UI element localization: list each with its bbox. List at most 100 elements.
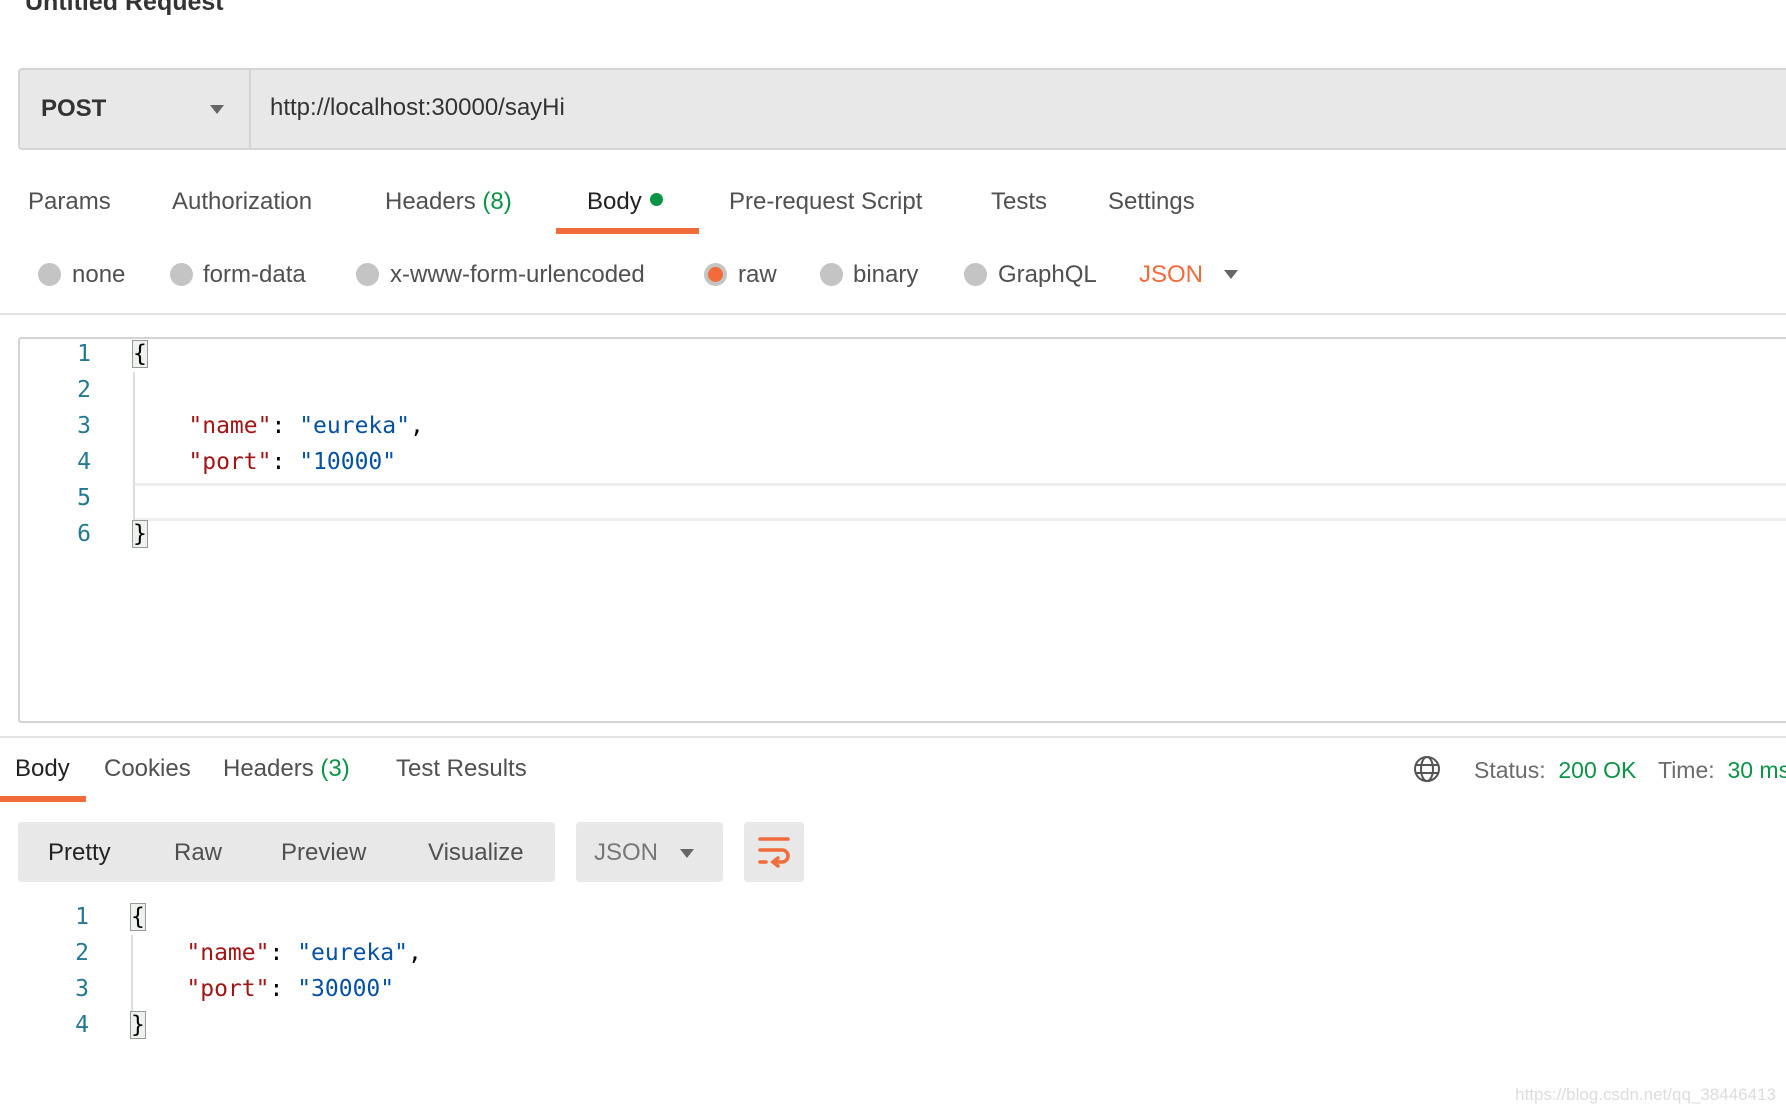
- code-text: :: [271, 413, 300, 439]
- code-line: "port": "30000": [131, 976, 394, 1002]
- code-line: "name": "eureka",: [133, 413, 424, 439]
- line-number: 4: [75, 1012, 89, 1038]
- code-line: "port": "10000": [133, 449, 396, 475]
- line-number: 4: [77, 449, 91, 475]
- code-line: }: [130, 1011, 146, 1039]
- response-format-select[interactable]: JSON: [576, 822, 723, 882]
- chevron-down-icon: [210, 105, 224, 114]
- tab-pre-request-script[interactable]: Pre-request Script: [729, 188, 922, 216]
- json-value: "10000": [299, 449, 397, 475]
- response-tab-body[interactable]: Body: [15, 755, 70, 783]
- line-number: 1: [77, 341, 91, 367]
- time-label: Time:: [1658, 757, 1715, 783]
- json-brace: }: [130, 1011, 146, 1039]
- tab-body[interactable]: Body: [587, 188, 663, 216]
- code-text: :: [269, 940, 298, 966]
- code-line: "name": "eureka",: [131, 940, 422, 966]
- method-label: POST: [41, 95, 107, 122]
- radio-label-form-data[interactable]: form-data: [203, 261, 306, 289]
- status-label: Status:: [1474, 757, 1546, 783]
- code-text: ,: [407, 940, 422, 966]
- code-text: :: [269, 976, 298, 1002]
- radio-label-urlencoded[interactable]: x-www-form-urlencoded: [390, 261, 645, 289]
- radio-urlencoded[interactable]: [356, 263, 379, 286]
- line-number: 1: [75, 904, 89, 930]
- view-mode-segmented: Pretty Raw Preview Visualize: [18, 822, 555, 882]
- headers-count: (8): [482, 188, 512, 215]
- tab-label: Settings: [1108, 188, 1195, 215]
- chevron-down-icon: [680, 849, 694, 858]
- divider: [0, 313, 1786, 315]
- radio-label-none[interactable]: none: [72, 261, 125, 289]
- watermark: https://blog.csdn.net/qq_38446413: [1515, 1085, 1776, 1104]
- json-value: "eureka": [297, 940, 408, 966]
- code-text: :: [271, 449, 300, 475]
- json-value: "eureka": [299, 413, 410, 439]
- code-line: }: [132, 520, 148, 548]
- view-preview[interactable]: Preview: [281, 839, 366, 867]
- json-brace: {: [130, 903, 146, 931]
- radio-raw[interactable]: [704, 263, 727, 286]
- line-number: 3: [75, 976, 89, 1002]
- status-value: 200 OK: [1558, 757, 1637, 783]
- wrap-lines-icon: [758, 837, 790, 868]
- line-number: 3: [77, 413, 91, 439]
- raw-format-select[interactable]: JSON: [1139, 261, 1203, 289]
- radio-label-binary[interactable]: binary: [853, 261, 918, 289]
- code-text: ,: [409, 413, 424, 439]
- modified-dot-icon: [649, 193, 663, 206]
- response-tab-cookies[interactable]: Cookies: [104, 755, 191, 783]
- indent-guide: [133, 372, 135, 520]
- tab-label: Headers: [223, 755, 314, 782]
- response-tab-test-results[interactable]: Test Results: [396, 755, 527, 783]
- url-input[interactable]: http://localhost:30000/sayHi: [270, 94, 565, 122]
- json-key: "name": [188, 413, 272, 439]
- radio-none[interactable]: [38, 263, 61, 286]
- request-body-editor[interactable]: [18, 337, 1786, 723]
- json-value: "30000": [297, 976, 395, 1002]
- json-key: "port": [188, 449, 272, 475]
- tab-label: Tests: [991, 188, 1048, 215]
- active-tab-indicator: [0, 796, 86, 802]
- radio-graphql[interactable]: [964, 263, 987, 286]
- wrap-lines-button[interactable]: [744, 822, 804, 882]
- radio-label-raw[interactable]: raw: [738, 261, 777, 289]
- format-label: JSON: [594, 839, 659, 866]
- line-number: 2: [75, 940, 89, 966]
- line-number: 6: [77, 521, 91, 547]
- url-bar: POST http://localhost:30000/sayHi: [18, 68, 1786, 150]
- json-key: "name": [186, 940, 270, 966]
- tab-label: Test Results: [396, 755, 527, 782]
- view-visualize[interactable]: Visualize: [428, 839, 524, 867]
- headers-count: (3): [320, 755, 350, 782]
- json-brace: }: [132, 520, 148, 548]
- response-status: Status: 200 OK: [1474, 757, 1636, 784]
- tab-tests[interactable]: Tests: [991, 188, 1047, 216]
- line-number: 5: [77, 485, 91, 511]
- tab-label: Authorization: [172, 188, 313, 215]
- method-select[interactable]: POST: [20, 70, 251, 148]
- view-pretty[interactable]: Pretty: [48, 839, 111, 867]
- current-line-highlight: [133, 483, 1786, 521]
- globe-icon[interactable]: [1413, 755, 1441, 783]
- active-tab-indicator: [556, 228, 699, 234]
- radio-label-graphql[interactable]: GraphQL: [998, 261, 1097, 289]
- response-tab-headers[interactable]: Headers (3): [223, 755, 350, 783]
- radio-form-data[interactable]: [170, 263, 193, 286]
- tab-label: Params: [28, 188, 111, 215]
- tab-label: Headers: [385, 188, 476, 215]
- radio-binary[interactable]: [820, 263, 843, 286]
- line-number: 2: [77, 377, 91, 403]
- request-title: Untitled Request: [25, 0, 224, 16]
- tab-headers[interactable]: Headers (8): [385, 188, 512, 216]
- tab-params[interactable]: Params: [28, 188, 111, 216]
- tab-authorization[interactable]: Authorization: [172, 188, 312, 216]
- view-raw[interactable]: Raw: [174, 839, 222, 867]
- json-brace: {: [132, 340, 148, 368]
- chevron-down-icon[interactable]: [1224, 270, 1238, 279]
- tab-settings[interactable]: Settings: [1108, 188, 1195, 216]
- json-key: "port": [186, 976, 270, 1002]
